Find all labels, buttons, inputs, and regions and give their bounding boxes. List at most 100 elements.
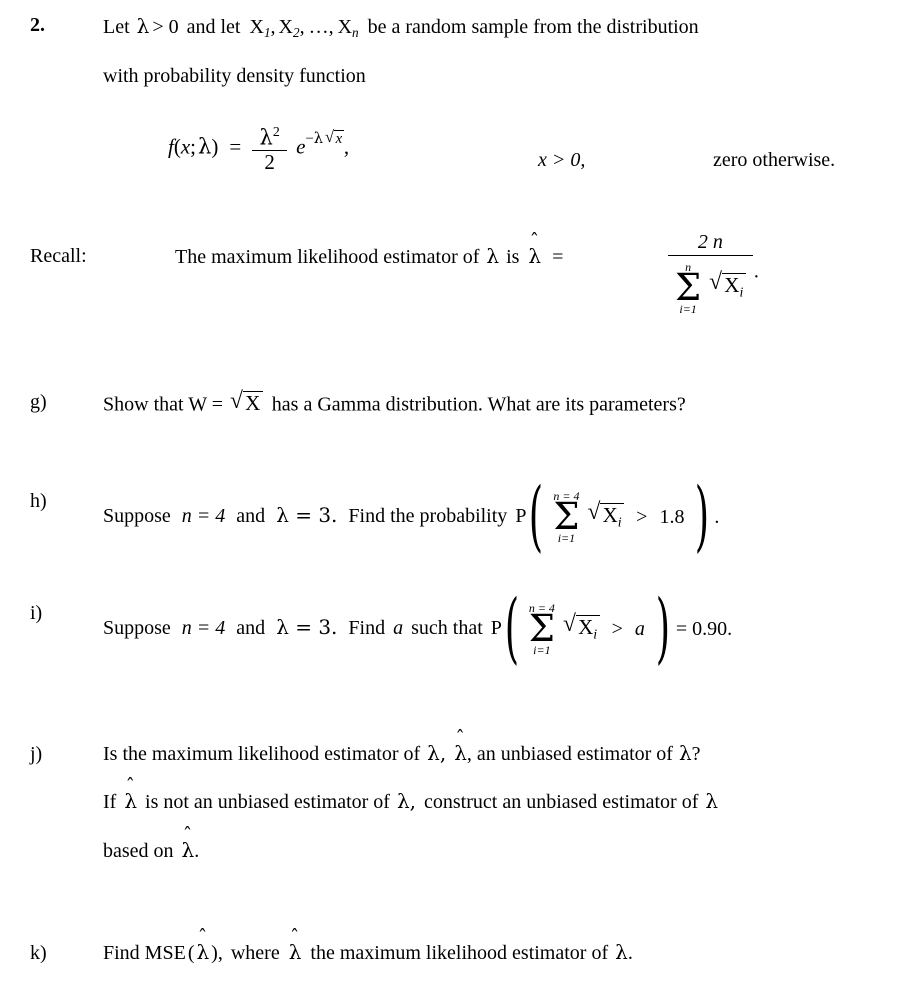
lambda-symbol: λ — [136, 14, 150, 38]
intro-line-1: Let λ > 0 and let X1, X2,…, Xn be a random samp… — [103, 16, 699, 39]
part-i-variable-a: a — [393, 616, 404, 639]
part-i-lambda-value: λ = 3. — [276, 614, 338, 639]
part-h-probability-P: P — [515, 504, 527, 527]
lambda-hat-symbol: ˆλ — [289, 928, 302, 962]
part-j-if: If — [103, 791, 117, 813]
part-i-probability-P: P — [490, 616, 502, 639]
problem-number: 2. — [30, 14, 45, 36]
part-j-period: . — [194, 840, 200, 862]
part-h-label: h) — [30, 490, 47, 512]
part-h-summation: n = 4 Σi=1 — [553, 490, 579, 544]
lambda-hat-symbol: ˆλ — [528, 232, 541, 266]
part-h-radical: Xi — [588, 501, 625, 530]
part-k-open-paren: ( — [187, 942, 195, 964]
part-h-suppose: Suppose — [103, 504, 171, 527]
lambda-hat-symbol: ˆλ — [182, 826, 195, 860]
part-h-radicand: Xi — [600, 502, 625, 530]
pdf-open-paren: ( — [173, 134, 181, 159]
part-k-lambda: λ — [615, 940, 628, 964]
part-k-comma: , — [217, 942, 223, 964]
xn-subscript: n — [352, 25, 359, 41]
part-h-radicand-X: X — [602, 502, 618, 527]
pdf-semicolon: ; — [190, 134, 197, 159]
pdf-zero-otherwise: zero otherwise. — [713, 149, 836, 171]
recall-statement: The maximum likelihood estimator of λ is ˆ λ… — [175, 232, 564, 268]
part-i-radical: Xi — [563, 613, 600, 642]
document-page: 2. Let λ > 0 and let X1, X2,…, Xn be a random s… — [0, 0, 920, 999]
part-g-text: Show that W = Xhas a Gamma distribution. … — [103, 390, 686, 416]
recall-text: The maximum likelihood estimator of — [175, 246, 480, 268]
ellipsis: … — [308, 16, 329, 38]
intro-tail: be a random sample from the distribution — [367, 16, 699, 38]
part-k-period: . — [627, 942, 633, 964]
part-i-radicand-X: X — [578, 614, 594, 639]
intro-and-let: and let — [186, 16, 241, 38]
part-i-threshold: a — [634, 618, 645, 641]
mle-numerator: 2 n — [697, 231, 723, 253]
part-k-find-mse: Find MSE — [103, 942, 186, 964]
part-i-radicand-sub: i — [593, 626, 598, 642]
pdf-fraction: λ2 2 — [252, 125, 288, 174]
part-h-and: and — [236, 504, 266, 527]
pdf-exponent: −λx — [305, 129, 344, 148]
part-j-lambda-1: λ, — [427, 741, 447, 765]
lambda-hat-symbol: ˆλ — [454, 729, 467, 763]
sigma-icon: Σ — [528, 607, 555, 651]
part-h-period: . — [714, 506, 720, 529]
random-var-x1: X — [249, 16, 264, 38]
mle-fraction-stack: 2 n n Σ i=1 Xi — [668, 232, 753, 315]
mle-radicand-X: X — [724, 273, 740, 298]
pdf-exp-lambda: λ — [313, 130, 324, 148]
hat-accent: ˆ — [182, 824, 193, 847]
hat-accent: ˆ — [125, 775, 136, 798]
sigma-icon: Σ — [675, 266, 702, 310]
pdf-support-condition: x > 0, — [538, 149, 586, 171]
part-j-line-3: based on ˆ λ. — [103, 826, 200, 862]
part-h-threshold: 1.8 — [659, 506, 685, 529]
hat-accent: ˆ — [197, 926, 208, 949]
pdf-fraction-numerator: λ2 — [252, 125, 287, 150]
sigma-icon: Σ — [553, 495, 580, 539]
part-g-prefix: Show that W = — [103, 393, 223, 416]
part-j-lambda-4: λ — [705, 789, 719, 813]
pdf-exp-radical: x — [325, 129, 344, 148]
part-i-find: Find — [348, 616, 386, 639]
part-h-relation: > — [636, 506, 648, 529]
hat-accent: ˆ — [289, 926, 300, 949]
pdf-fraction-denominator: 2 — [264, 149, 275, 174]
part-i-such-that: such that — [411, 616, 483, 639]
random-var-xn: X — [337, 16, 353, 38]
part-i-radicand: Xi — [575, 614, 600, 642]
mle-fraction: 2 n n Σ i=1 Xi . — [668, 232, 759, 315]
pdf-num-exponent: 2 — [272, 124, 280, 139]
part-i-n-value: n = 4 — [181, 616, 226, 639]
comma-3: , — [328, 16, 334, 38]
part-i-summation: n = 4 Σi=1 — [529, 602, 555, 656]
part-k-label: k) — [30, 942, 47, 964]
pdf-exp-radicand: x — [333, 130, 344, 148]
mle-period: . — [753, 260, 759, 283]
part-g-suffix: has a Gamma distribution. What are its p… — [271, 393, 686, 416]
random-var-x2: X — [278, 16, 293, 38]
part-h-radicand-sub: i — [617, 514, 622, 530]
pdf-close-paren: ) — [211, 134, 219, 159]
part-i-text: Suppose n = 4 and λ = 3. Find a such that P(n =… — [103, 585, 732, 674]
intro-line-2: with probability density function — [103, 65, 366, 87]
lambda-hat-symbol: ˆλ — [124, 777, 137, 811]
part-g-label: g) — [30, 391, 47, 413]
recall-equals: = — [552, 246, 564, 268]
part-k-close-paren: ) — [211, 942, 218, 964]
pdf-exp-minus: − — [305, 131, 314, 148]
part-h-text: Suppose n = 4 and λ = 3. Find the probabilit… — [103, 473, 720, 562]
mle-radical: Xi — [709, 271, 746, 300]
mle-radicand-sub: i — [739, 284, 744, 300]
part-j-construct: construct an unbiased estimator of — [424, 791, 699, 813]
part-j-unbiased-text: , an unbiased estimator of — [466, 743, 673, 765]
part-j-lambda-2: λ — [678, 741, 692, 765]
part-k-text: Find MSE(ˆ λ), where ˆ λ the maximum likeliho… — [103, 928, 633, 964]
part-k-where: where — [230, 942, 280, 964]
part-j-question: Is the maximum likelihood estimator of — [103, 743, 421, 765]
hat-accent: ˆ — [455, 727, 465, 750]
part-k-mle-text: the maximum likelihood estimator of — [310, 942, 609, 964]
part-j-question-mark: ? — [691, 743, 701, 765]
